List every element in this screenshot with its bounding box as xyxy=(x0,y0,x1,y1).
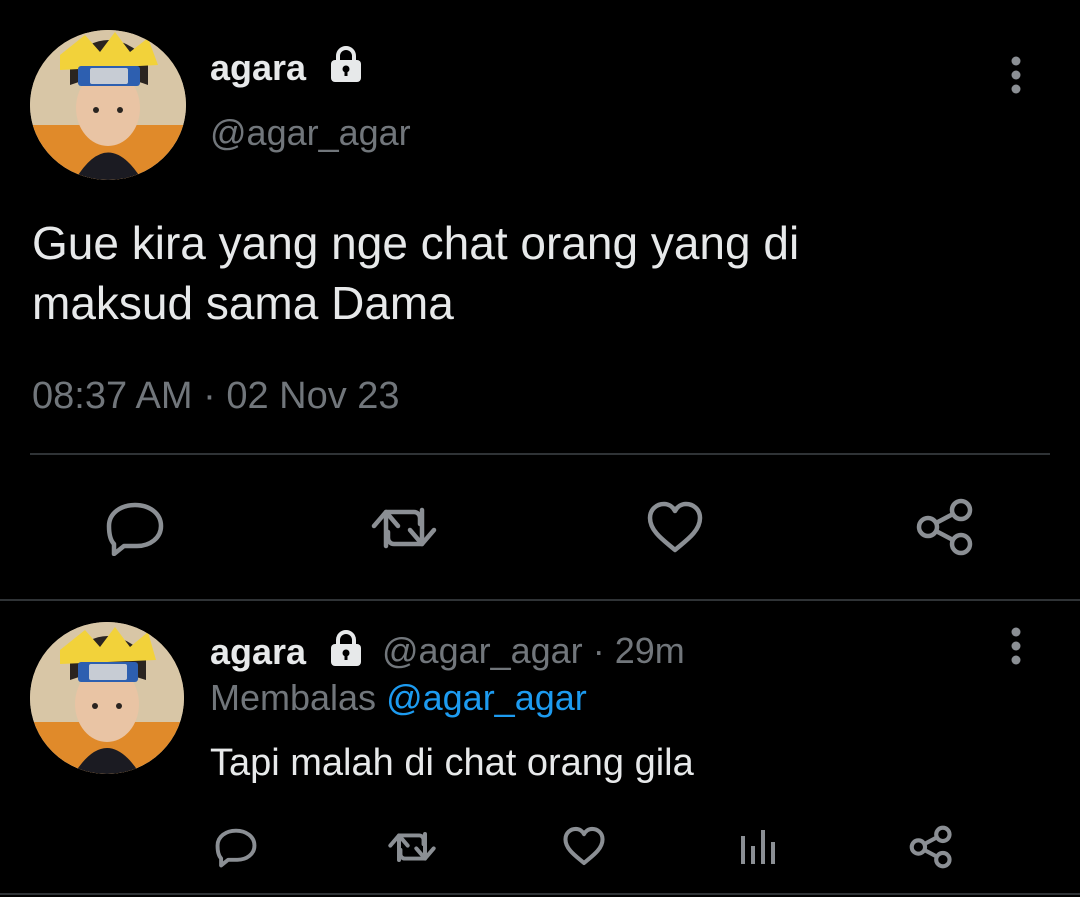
retweet-icon[interactable] xyxy=(368,502,440,554)
like-icon[interactable] xyxy=(646,500,704,554)
display-name[interactable]: agara xyxy=(210,47,306,89)
tweet-text-line-1: Gue kira yang nge chat orang yang di xyxy=(32,217,800,269)
lock-icon xyxy=(326,628,366,673)
tweet-text-line-2: maksud sama Dama xyxy=(32,277,454,329)
analytics-icon[interactable] xyxy=(738,828,778,866)
handle-and-time: @agar_agar · 29m xyxy=(382,630,685,672)
share-icon[interactable] xyxy=(908,824,954,870)
share-icon[interactable] xyxy=(914,496,976,558)
avatar-image xyxy=(30,30,186,180)
reply-text: Tapi malah di chat orang gila xyxy=(210,742,694,784)
section-divider xyxy=(0,599,1080,601)
avatar[interactable] xyxy=(30,30,186,180)
more-options-icon[interactable] xyxy=(1004,55,1028,100)
lock-icon xyxy=(326,44,366,89)
relative-time[interactable]: 29m xyxy=(615,630,685,671)
replying-to: Membalas @agar_agar xyxy=(210,677,587,719)
reply-icon[interactable] xyxy=(104,500,166,556)
display-name[interactable]: agara xyxy=(210,631,306,673)
avatar-image xyxy=(30,622,184,774)
separator-dot: · xyxy=(592,630,615,671)
reply-icon[interactable] xyxy=(214,826,258,868)
like-icon[interactable] xyxy=(562,826,606,866)
timestamp[interactable]: 08:37 AM · 02 Nov 23 xyxy=(32,375,400,418)
avatar[interactable] xyxy=(30,622,184,774)
divider xyxy=(30,453,1050,455)
bottom-divider xyxy=(0,893,1080,895)
handle[interactable]: @agar_agar xyxy=(382,630,583,671)
handle[interactable]: @agar_agar xyxy=(210,112,411,154)
replying-to-handle[interactable]: @agar_agar xyxy=(386,677,587,718)
more-options-icon[interactable] xyxy=(1004,626,1028,671)
replying-prefix: Membalas xyxy=(210,677,377,718)
retweet-icon[interactable] xyxy=(386,828,438,866)
